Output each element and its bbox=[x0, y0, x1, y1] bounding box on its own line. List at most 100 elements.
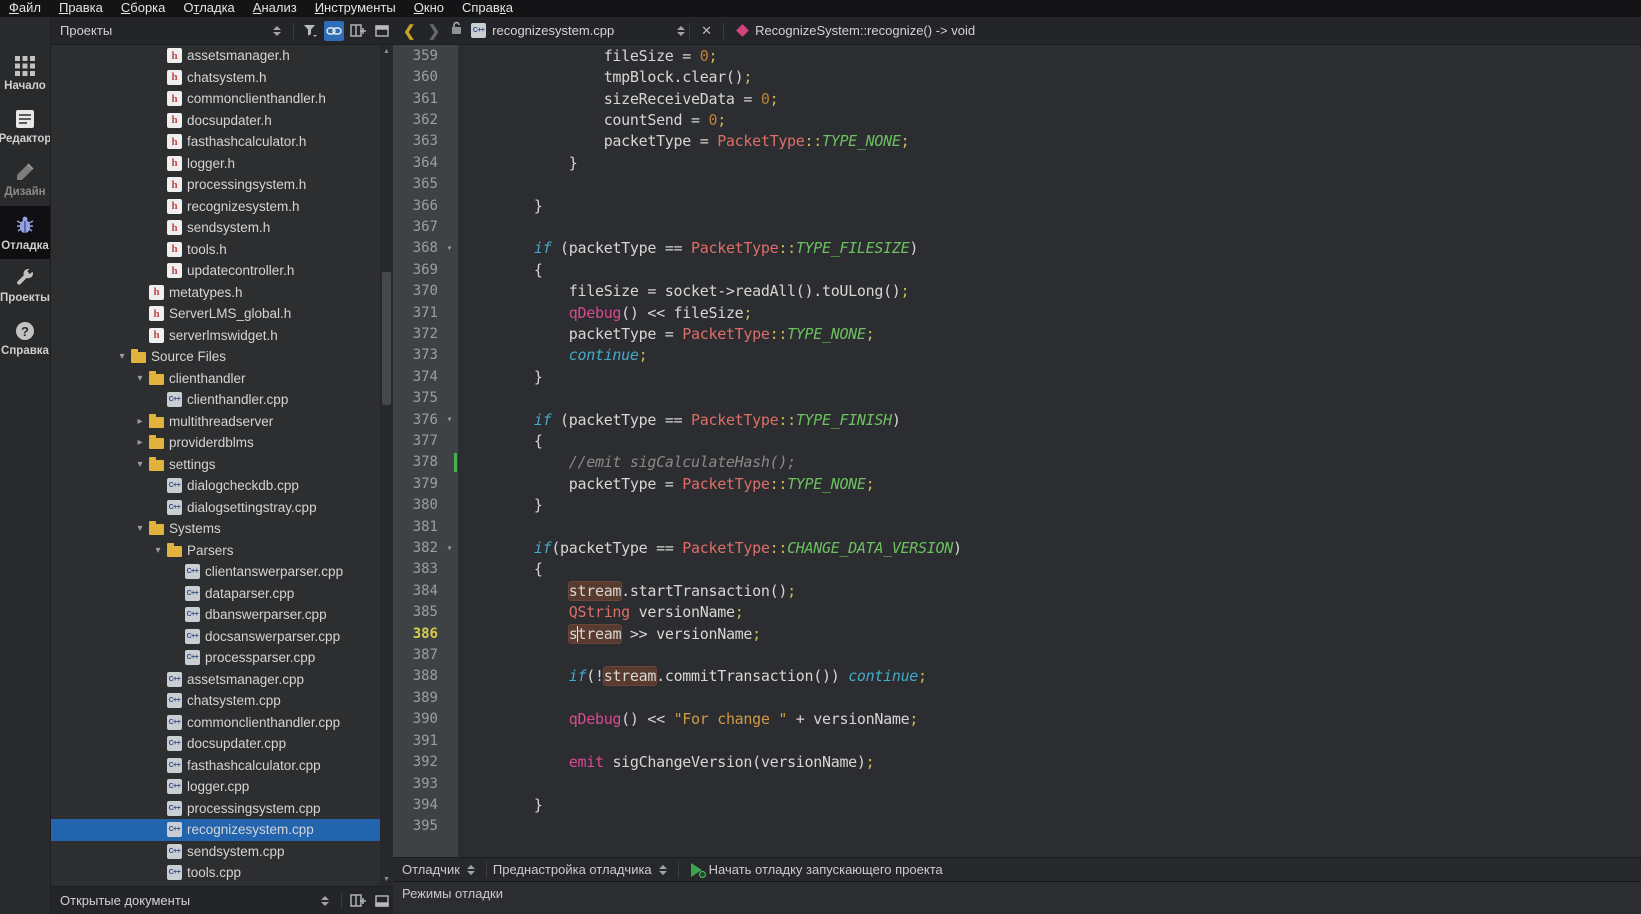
line-number-gutter[interactable]: 379 bbox=[393, 473, 458, 494]
tree-item[interactable]: hsendsystem.h bbox=[51, 217, 381, 239]
current-symbol[interactable]: RecognizeSystem::recognize() -> void bbox=[755, 23, 975, 38]
line-number-gutter[interactable]: 371 bbox=[393, 302, 458, 323]
line-number-gutter[interactable]: 365 bbox=[393, 173, 458, 194]
tree-item[interactable]: hrecognizesystem.h bbox=[51, 196, 381, 218]
code-text[interactable]: packetType = PacketType::TYPE_NONE; bbox=[458, 325, 1641, 343]
line-number-gutter[interactable]: 384 bbox=[393, 580, 458, 601]
code-line[interactable]: 367 bbox=[393, 216, 1641, 237]
tree-item[interactable]: C++tools.cpp bbox=[51, 862, 381, 884]
code-text[interactable]: packetType = PacketType::TYPE_NONE; bbox=[458, 132, 1641, 150]
code-text[interactable]: qDebug() << "For change " + versionName; bbox=[458, 710, 1641, 728]
tree-item[interactable]: C++commonclienthandler.cpp bbox=[51, 712, 381, 734]
menu-item[interactable]: Окно bbox=[405, 0, 453, 17]
code-text[interactable]: { bbox=[458, 261, 1641, 279]
code-line[interactable]: 390 qDebug() << "For change " + versionN… bbox=[393, 709, 1641, 730]
line-number-gutter[interactable]: 392 bbox=[393, 751, 458, 772]
code-line[interactable]: 391 bbox=[393, 730, 1641, 751]
chevron-right-icon[interactable]: ▸ bbox=[131, 437, 149, 448]
line-number-gutter[interactable]: 359 bbox=[393, 45, 458, 66]
tree-item[interactable]: C++docsupdater.cpp bbox=[51, 733, 381, 755]
line-number-gutter[interactable]: 382▾ bbox=[393, 537, 458, 558]
fold-marker-icon[interactable]: ▾ bbox=[441, 543, 458, 554]
tree-item[interactable]: C++clienthandler.cpp bbox=[51, 389, 381, 411]
tree-item[interactable]: ▾clienthandler bbox=[51, 368, 381, 390]
code-editor[interactable]: 359 fileSize = 0;360 tmpBlock.clear();36… bbox=[393, 45, 1641, 857]
line-number-gutter[interactable]: 385 bbox=[393, 602, 458, 623]
link-icon[interactable] bbox=[324, 21, 344, 41]
line-number-gutter[interactable]: 372 bbox=[393, 323, 458, 344]
tree-item[interactable]: C++chatsystem.cpp bbox=[51, 690, 381, 712]
code-text[interactable]: fileSize = socket->readAll().toULong(); bbox=[458, 282, 1641, 300]
code-line[interactable]: 370 fileSize = socket->readAll().toULong… bbox=[393, 280, 1641, 301]
updown-icon[interactable] bbox=[467, 865, 475, 875]
tree-item[interactable]: hprocessingsystem.h bbox=[51, 174, 381, 196]
code-line[interactable]: 375 bbox=[393, 388, 1641, 409]
mode-projects[interactable]: Проекты bbox=[0, 259, 50, 312]
code-text[interactable]: stream.startTransaction(); bbox=[458, 582, 1641, 600]
code-text[interactable]: { bbox=[458, 432, 1641, 450]
line-number-gutter[interactable]: 361 bbox=[393, 88, 458, 109]
chevron-down-icon[interactable]: ▾ bbox=[131, 523, 149, 534]
unlock-icon[interactable] bbox=[450, 21, 463, 40]
fold-marker-icon[interactable]: ▾ bbox=[441, 243, 458, 254]
chevron-right-icon[interactable]: ▸ bbox=[131, 416, 149, 427]
tree-item[interactable]: hfasthashcalculator.h bbox=[51, 131, 381, 153]
code-text[interactable]: emit sigChangeVersion(versionName); bbox=[458, 753, 1641, 771]
code-line[interactable]: 365 bbox=[393, 173, 1641, 194]
code-text[interactable]: } bbox=[458, 197, 1641, 215]
line-number-gutter[interactable]: 375 bbox=[393, 388, 458, 409]
code-text[interactable]: continue; bbox=[458, 346, 1641, 364]
updown-icon[interactable] bbox=[267, 21, 287, 41]
code-text[interactable]: tmpBlock.clear(); bbox=[458, 68, 1641, 86]
line-number-gutter[interactable]: 362 bbox=[393, 109, 458, 130]
collapse-panel-icon[interactable] bbox=[372, 891, 392, 911]
debug-start-label[interactable]: Начать отладку запускающего проекта bbox=[709, 862, 943, 877]
tree-item[interactable]: hServerLMS_global.h bbox=[51, 303, 381, 325]
code-line[interactable]: 385 QString versionName; bbox=[393, 602, 1641, 623]
code-text[interactable]: if (packetType == PacketType::TYPE_FILES… bbox=[458, 239, 1641, 257]
code-line[interactable]: 379 packetType = PacketType::TYPE_NONE; bbox=[393, 473, 1641, 494]
tree-item[interactable]: C++docsanswerparser.cpp bbox=[51, 626, 381, 648]
line-number-gutter[interactable]: 388 bbox=[393, 666, 458, 687]
code-line[interactable]: 373 continue; bbox=[393, 345, 1641, 366]
menu-item[interactable]: Сборка bbox=[112, 0, 175, 17]
debug-start-icon[interactable] bbox=[691, 863, 704, 877]
code-line[interactable]: 376▾ if (packetType == PacketType::TYPE_… bbox=[393, 409, 1641, 430]
code-line[interactable]: 377 { bbox=[393, 430, 1641, 451]
collapse-panel-icon[interactable] bbox=[372, 21, 392, 41]
document-selector[interactable]: C++ recognizesystem.cpp bbox=[467, 23, 685, 38]
debugger-combo[interactable]: Отладчик bbox=[402, 862, 460, 877]
tree-item[interactable]: ▸providerdblms bbox=[51, 432, 381, 454]
mode-help[interactable]: ? Справка bbox=[0, 312, 50, 365]
tree-item[interactable]: hupdatecontroller.h bbox=[51, 260, 381, 282]
code-text[interactable]: countSend = 0; bbox=[458, 111, 1641, 129]
mode-welcome[interactable]: Начало bbox=[0, 47, 50, 100]
tree-item[interactable]: ▸multithreadserver bbox=[51, 411, 381, 433]
menu-item[interactable]: Правка bbox=[50, 0, 112, 17]
code-text[interactable]: } bbox=[458, 496, 1641, 514]
line-number-gutter[interactable]: 386 bbox=[393, 623, 458, 644]
code-text[interactable]: if(!stream.commitTransaction()) continue… bbox=[458, 667, 1641, 685]
split-add-icon[interactable] bbox=[348, 891, 368, 911]
code-line[interactable]: 369 { bbox=[393, 259, 1641, 280]
line-number-gutter[interactable]: 364 bbox=[393, 152, 458, 173]
code-line[interactable]: 362 countSend = 0; bbox=[393, 109, 1641, 130]
line-number-gutter[interactable]: 393 bbox=[393, 773, 458, 794]
code-line[interactable]: 386 stream >> versionName; bbox=[393, 623, 1641, 644]
code-line[interactable]: 360 tmpBlock.clear(); bbox=[393, 66, 1641, 87]
tree-item[interactable]: C++dialogcheckdb.cpp bbox=[51, 475, 381, 497]
tree-item[interactable]: C++dbanswerparser.cpp bbox=[51, 604, 381, 626]
tree-item[interactable]: hassetsmanager.h bbox=[51, 45, 381, 67]
line-number-gutter[interactable]: 391 bbox=[393, 730, 458, 751]
tree-scrollbar[interactable]: ▲ ▼ bbox=[380, 45, 393, 886]
line-number-gutter[interactable]: 377 bbox=[393, 430, 458, 451]
code-text[interactable]: packetType = PacketType::TYPE_NONE; bbox=[458, 475, 1641, 493]
tree-item[interactable]: C++clientanswerparser.cpp bbox=[51, 561, 381, 583]
chevron-left-icon[interactable]: ❮ bbox=[397, 22, 422, 40]
code-line[interactable]: 371 qDebug() << fileSize; bbox=[393, 302, 1641, 323]
line-number-gutter[interactable]: 370 bbox=[393, 280, 458, 301]
menu-item[interactable]: Отладка bbox=[174, 0, 243, 17]
code-line[interactable]: 388 if(!stream.commitTransaction()) cont… bbox=[393, 666, 1641, 687]
chevron-down-icon[interactable]: ▾ bbox=[131, 373, 149, 384]
code-line[interactable]: 363 packetType = PacketType::TYPE_NONE; bbox=[393, 131, 1641, 152]
